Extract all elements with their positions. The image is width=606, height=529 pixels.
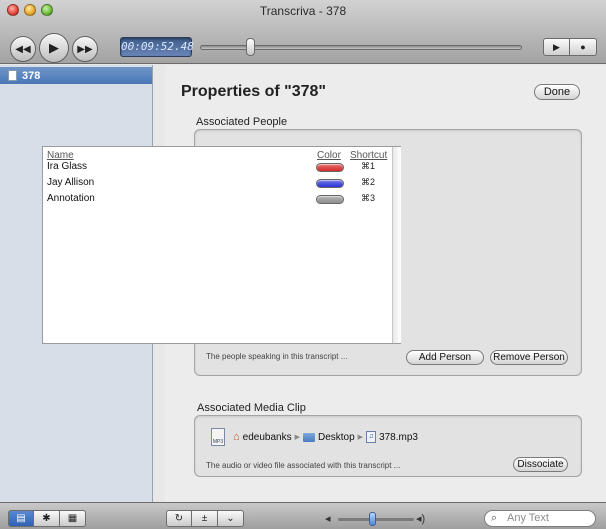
fast-forward-icon: ▶▶ (77, 43, 93, 55)
toolbar: Transcriva - 378 ◀◀ ▶ ▶▶ 00:09:52.48 ▶ ● (0, 0, 606, 64)
document-icon: ▤ (16, 513, 26, 524)
fast-forward-button[interactable]: ▶▶ (72, 36, 98, 62)
rewind-button[interactable]: ◀◀ (10, 36, 36, 62)
scrub-knob[interactable] (246, 38, 255, 56)
person-name: Ira Glass (47, 161, 88, 172)
gear-icon: ✱ (42, 513, 51, 524)
table-row[interactable]: Annotation ⌘3 (43, 192, 391, 208)
transport-controls: ◀◀ ▶ ▶▶ (10, 33, 98, 63)
person-name: Jay Allison (47, 177, 95, 188)
record-dot-icon: ● (580, 42, 586, 52)
path-folder[interactable]: Desktop (318, 432, 355, 443)
associated-people-label: Associated People (196, 116, 288, 128)
search-icon: ⌕ (491, 512, 498, 524)
app-window: Transcriva - 378 ◀◀ ▶ ▶▶ 00:09:52.48 ▶ ● (0, 0, 606, 529)
view-segment: ▤ ✱ ▦ (8, 510, 86, 527)
folder-icon (302, 432, 315, 442)
shortcut-label: ⌘3 (361, 193, 376, 203)
volume-slider-track[interactable] (338, 518, 414, 521)
table-scrollbar[interactable] (392, 147, 401, 343)
path-separator-icon: ▶ (294, 434, 300, 441)
loop-button[interactable]: ↻ (166, 510, 192, 527)
path-separator-icon: ▶ (357, 434, 364, 441)
loop-icon: ↻ (174, 513, 184, 524)
table-row[interactable]: Ira Glass ⌘1 (43, 160, 391, 176)
people-caption: The people speaking in this transcript .… (206, 352, 348, 361)
audio-file-icon: ♫ (366, 431, 377, 443)
shortcut-label: ⌘1 (361, 161, 376, 171)
bottom-toolbar: ▤ ✱ ▦ ↻ ± ⌄ ◂ ◂) ⌕ Any Text (0, 502, 606, 529)
rewind-icon: ◀◀ (15, 43, 31, 55)
color-swatch[interactable] (316, 179, 344, 188)
table-row[interactable]: Jay Allison ⌘2 (43, 176, 391, 192)
search-field[interactable]: ⌕ Any Text (484, 510, 596, 527)
done-button[interactable]: Done (534, 84, 580, 100)
shortcut-label: ⌘2 (361, 177, 376, 187)
play-small-icon: ▶ (553, 41, 560, 52)
search-placeholder: Any Text (507, 512, 549, 524)
person-name: Annotation (47, 193, 95, 204)
speed-button[interactable]: ⌄ (218, 510, 244, 527)
edit-segment: ↻ ± ⌄ (166, 510, 244, 527)
timecode-display: 00:09:52.48 (120, 37, 194, 57)
speed-icon: ⌄ (226, 513, 235, 524)
sidebar-item-378[interactable]: 378 (0, 67, 152, 84)
remove-person-button[interactable]: Remove Person (490, 350, 568, 365)
sidebar-item-label: 378 (22, 69, 41, 82)
color-swatch[interactable] (316, 195, 344, 204)
volume-slider-knob[interactable] (369, 512, 376, 526)
play-icon: ▶ (49, 40, 59, 55)
path-home[interactable]: edeubanks (243, 432, 292, 443)
window-title: Transcriva - 378 (259, 4, 347, 18)
media-file-icon: MP3 (211, 428, 225, 446)
transcript-view-button[interactable]: ▤ (8, 510, 34, 527)
play-mode-button[interactable]: ▶ (543, 38, 570, 56)
presentation-icon: ▦ (67, 513, 78, 524)
insert-marker-button[interactable]: ± (192, 510, 218, 527)
media-caption: The audio or video file associated with … (206, 461, 401, 470)
presenter-view-button[interactable]: ▦ (60, 510, 86, 527)
page-title: Properties of "378" (181, 83, 326, 100)
home-icon: ⌂ (233, 431, 240, 443)
people-table: Name Color Shortcut Ira Glass ⌘1 Jay All… (42, 146, 401, 344)
color-swatch[interactable] (316, 163, 344, 172)
record-mode-button[interactable]: ● (570, 38, 597, 56)
play-button[interactable]: ▶ (39, 33, 69, 63)
path-file[interactable]: 378.mp3 (379, 432, 418, 443)
properties-view-button[interactable]: ✱ (34, 510, 60, 527)
volume-low-icon: ◂ (325, 513, 331, 525)
add-person-button[interactable]: Add Person (406, 350, 484, 365)
marker-icon: ± (201, 513, 208, 524)
volume-high-icon: ◂) (416, 513, 426, 525)
playback-mode-group: ▶ ● (543, 38, 597, 56)
dissociate-button[interactable]: Dissociate (513, 457, 568, 472)
document-icon (8, 70, 17, 81)
media-path[interactable]: MP3 ⌂ edeubanks ▶ Desktop ▶ ♫ 378.mp3 (211, 428, 418, 446)
associated-media-label: Associated Media Clip (197, 402, 306, 414)
